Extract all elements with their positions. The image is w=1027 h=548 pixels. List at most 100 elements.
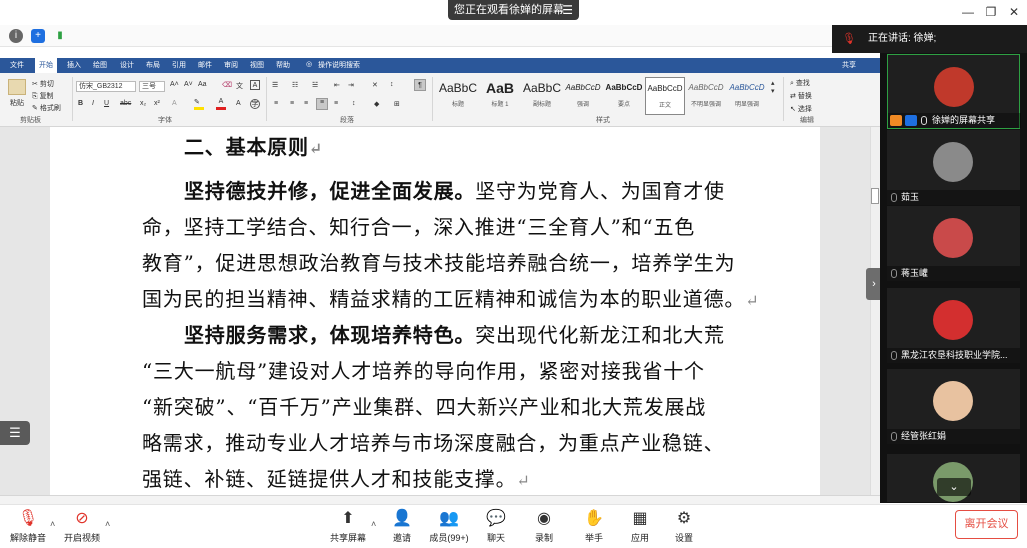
settings-button[interactable]: ⚙ 设置 [670, 509, 698, 544]
style-subtitle[interactable]: AaBbC 副标题 [522, 77, 562, 115]
list-menu-button[interactable]: ☰ [0, 421, 30, 445]
tab-view[interactable]: 视图 [250, 60, 264, 70]
style-heading-1[interactable]: AaB 标题 1 [480, 77, 520, 115]
start-video-button[interactable]: ⊘ 开启视频 [62, 509, 102, 544]
signal-icon[interactable]: ▮ [53, 29, 67, 43]
align-right-icon[interactable]: ≡ [304, 100, 308, 107]
tab-insert[interactable]: 插入 [67, 60, 81, 70]
close-icon[interactable]: ✕ [1005, 4, 1023, 20]
change-case-icon[interactable]: Aa [198, 81, 207, 88]
align-center-icon[interactable]: ≡ [290, 100, 294, 107]
paste-button[interactable]: 粘贴 [10, 98, 24, 108]
style-emphasis[interactable]: AaBbCcD 强调 [563, 77, 603, 115]
shading-icon[interactable]: ◆ [374, 100, 379, 108]
tab-design[interactable]: 设计 [120, 60, 134, 70]
char-border-icon[interactable]: A [250, 80, 260, 90]
phonetic-icon[interactable]: 文 [236, 81, 243, 91]
invite-button[interactable]: 👤 邀请 [388, 509, 416, 544]
superscript-icon[interactable]: x² [154, 100, 160, 107]
paste-icon[interactable] [8, 79, 26, 95]
restore-icon[interactable]: ❐ [982, 4, 1000, 20]
tab-layout[interactable]: 布局 [146, 60, 160, 70]
format-painter-button[interactable]: ✎ 格式刷 [32, 103, 61, 113]
numbering-icon[interactable]: ☷ [292, 81, 298, 89]
borders-icon[interactable]: ⊞ [394, 100, 400, 108]
chevron-up-icon[interactable]: ˄ [50, 519, 55, 529]
scrollbar-thumb[interactable] [871, 188, 879, 204]
chinese-layout-icon[interactable]: ✕ [372, 81, 378, 89]
participant-tile[interactable]: 茹玉 [887, 130, 1020, 205]
bullets-icon[interactable]: ☰ [272, 81, 278, 89]
chevron-down-icon[interactable]: ⌄ [937, 478, 971, 496]
chevron-up-icon[interactable]: ˄ [105, 519, 110, 529]
apps-button[interactable]: ▦ 应用 [626, 509, 654, 544]
chevron-up-icon[interactable]: ˄ [371, 519, 376, 529]
line-spacing-icon[interactable]: ↕ [352, 100, 356, 107]
raise-hand-button[interactable]: ✋ 举手 [580, 509, 608, 544]
style-subtle-emphasis[interactable]: AaBbCcD 不明显强调 [686, 77, 726, 115]
strikethrough-icon[interactable]: abc [120, 100, 131, 107]
distributed-icon[interactable]: ≡ [334, 100, 338, 107]
participant-tile[interactable]: 经管张红娟 [887, 369, 1020, 444]
style-strong[interactable]: AaBbCcD 要点 [604, 77, 644, 115]
bold-icon[interactable]: B [78, 100, 83, 107]
copy-button[interactable]: ⎘ 复制 [32, 91, 54, 101]
style-intense-emphasis[interactable]: AaBbCcD 明显强调 [727, 77, 767, 115]
tab-help[interactable]: 帮助 [276, 60, 290, 70]
cut-button[interactable]: ✂ 剪切 [32, 79, 54, 89]
participant-tile[interactable]: 徐婵的屏幕共享 [887, 54, 1021, 129]
participant-tile[interactable]: 蒋玉巏 [887, 206, 1020, 281]
participant-tile[interactable]: 黑龙江农垦科技职业学院... [887, 288, 1020, 363]
tab-mailings[interactable]: 邮件 [198, 60, 212, 70]
show-marks-icon[interactable]: ¶ [414, 79, 426, 91]
multilevel-list-icon[interactable]: ☱ [312, 81, 318, 89]
tab-draw[interactable]: 绘图 [93, 60, 107, 70]
char-shading-icon[interactable]: A [236, 100, 241, 107]
italic-icon[interactable]: I [92, 100, 94, 107]
replace-button[interactable]: ⇄ 替换 [790, 91, 812, 101]
grow-font-icon[interactable]: A˄ [170, 81, 179, 88]
enclose-char-icon[interactable]: 字 [250, 99, 260, 109]
menu-icon[interactable]: ☰ [562, 0, 573, 20]
participant-tile[interactable]: ⌄ [887, 454, 1020, 502]
increase-indent-icon[interactable]: ⇥ [348, 81, 354, 89]
justify-icon[interactable]: ≡ [316, 98, 328, 110]
members-button[interactable]: 👥 成员(99+) [426, 509, 472, 544]
highlight-icon[interactable]: ✎ [194, 98, 204, 110]
leave-meeting-button[interactable]: 离开会议 [955, 510, 1018, 539]
minimize-icon[interactable]: — [959, 4, 977, 20]
unmute-button[interactable]: 🎙 解除静音 [8, 509, 48, 544]
record-button[interactable]: ◉ 录制 [530, 509, 558, 544]
find-button[interactable]: ⌕ 查找 [790, 78, 810, 88]
info-icon[interactable]: i [9, 29, 23, 43]
document-page[interactable]: 二、基本原则↵ 坚持德技并修，促进全面发展。坚守为党育人、为国育才使 命，坚持工… [50, 127, 820, 495]
doc-text: 突出现代化新龙江和北大荒 [475, 323, 725, 347]
tab-home[interactable]: 开始 [35, 58, 57, 73]
style-normal[interactable]: AaBbCcD 正文 [645, 77, 685, 115]
tab-references[interactable]: 引用 [172, 60, 186, 70]
shield-icon[interactable]: + [31, 29, 45, 43]
underline-icon[interactable]: U [104, 100, 109, 107]
font-color-icon[interactable]: A [216, 98, 226, 110]
vertical-scrollbar[interactable] [870, 127, 880, 495]
decrease-indent-icon[interactable]: ⇤ [334, 81, 340, 89]
share-banner[interactable]: 您正在观看徐婵的屏幕 ☰ [448, 0, 579, 20]
sort-icon[interactable]: ↕ [390, 81, 394, 88]
font-size-select[interactable]: 三号 [139, 81, 165, 92]
tab-review[interactable]: 审阅 [224, 60, 238, 70]
subscript-icon[interactable]: x₂ [140, 100, 146, 107]
select-button[interactable]: ↖ 选择 [790, 104, 812, 114]
clear-format-icon[interactable]: ⌫ [222, 81, 232, 89]
video-off-icon: ⊘ [75, 510, 89, 527]
chat-button[interactable]: 💬 聊天 [482, 509, 510, 544]
shrink-font-icon[interactable]: A˅ [184, 81, 193, 88]
tab-tell-me[interactable]: 操作说明搜索 [318, 60, 360, 70]
share-button[interactable]: 共享 [842, 60, 856, 70]
styles-scroll-icon[interactable]: ▴ ▾ [771, 79, 775, 95]
tab-file[interactable]: 文件 [10, 60, 24, 70]
style-title[interactable]: AaBbC 标题 [438, 77, 478, 115]
font-name-select[interactable]: 仿宋_GB2312 [76, 81, 136, 92]
share-screen-button[interactable]: ⬆ 共享屏幕 [328, 509, 368, 544]
align-left-icon[interactable]: ≡ [274, 100, 278, 107]
text-effects-icon[interactable]: A [172, 100, 177, 107]
